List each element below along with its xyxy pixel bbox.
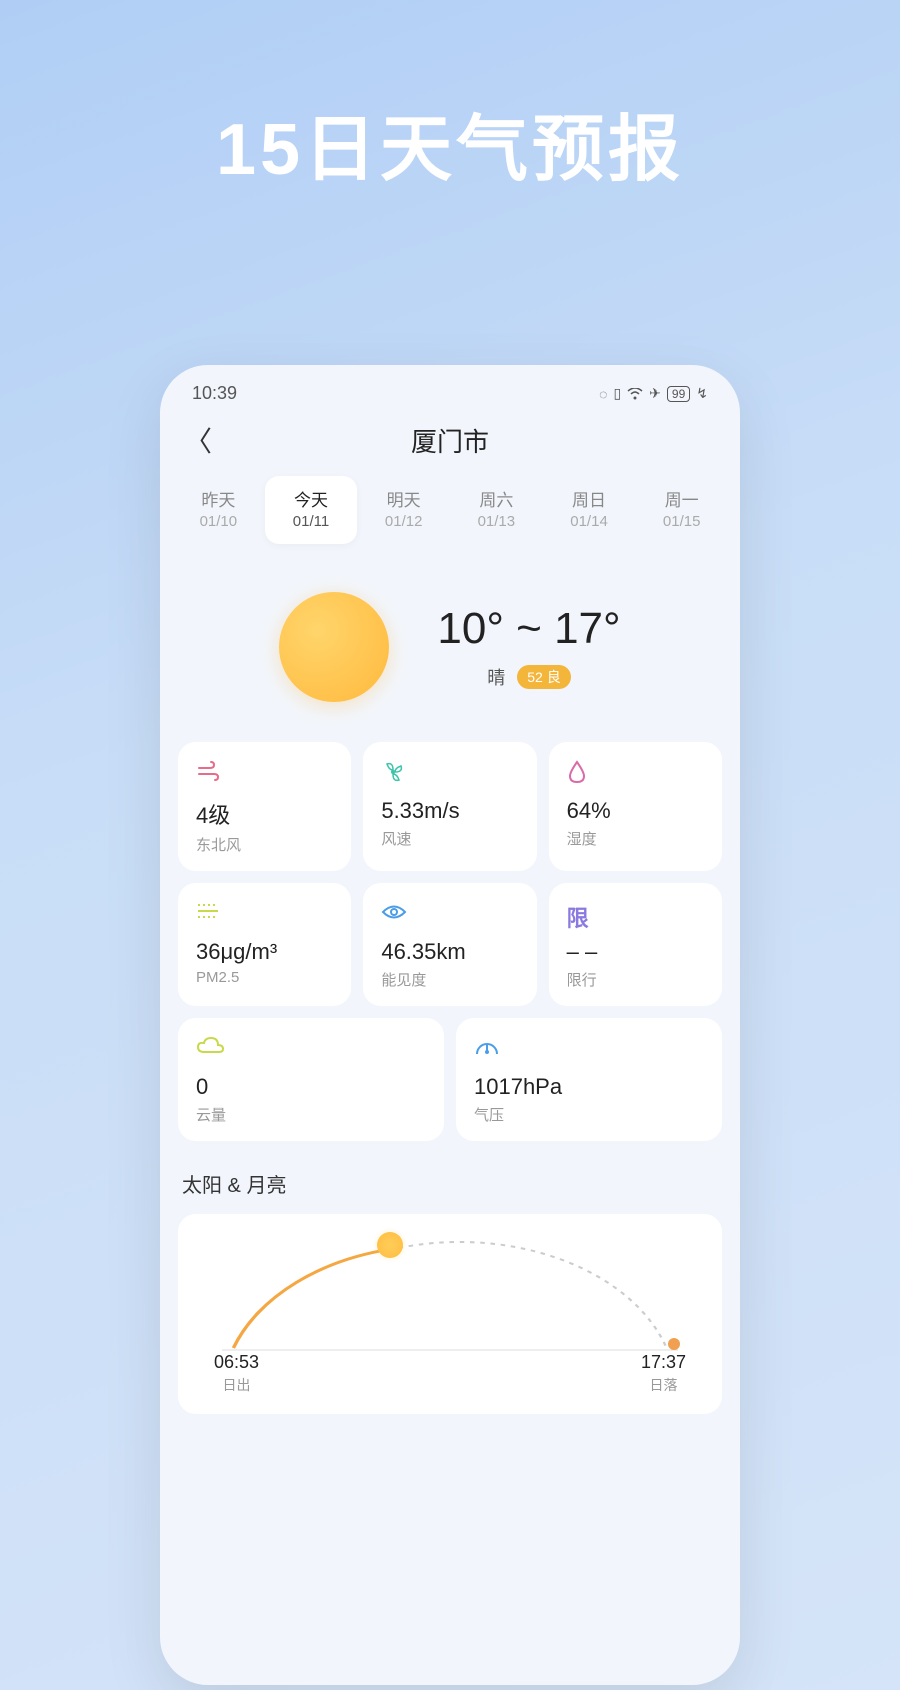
sunmoon-card[interactable]: 06:53 日出 17:37 日落 [178, 1214, 722, 1414]
metric-restriction[interactable]: 限 – – 限行 [549, 883, 722, 1006]
metric-label: 限行 [567, 969, 704, 990]
metric-value: 1017hPa [474, 1074, 704, 1100]
tab-date-label: 01/12 [361, 513, 446, 530]
nav-bar: 〈 厦门市 [160, 412, 740, 476]
metric-value: 4级 [196, 798, 333, 830]
metric-cloud[interactable]: 0 云量 [178, 1018, 444, 1141]
speed-icon: ◌ [599, 386, 607, 402]
metric-value: 5.33m/s [381, 798, 518, 824]
tab-sat[interactable]: 周六 01/13 [450, 476, 543, 544]
metric-value: – – [567, 939, 704, 965]
metric-label: 风速 [381, 828, 518, 849]
metric-visibility[interactable]: 46.35km 能见度 [363, 883, 536, 1006]
metric-humidity[interactable]: 64% 湿度 [549, 742, 722, 871]
wind-icon [196, 760, 333, 786]
tab-date-label: 01/13 [454, 513, 539, 530]
back-button[interactable]: 〈 [184, 420, 212, 460]
fan-icon [381, 760, 518, 786]
tab-day-label: 周六 [454, 486, 539, 511]
wifi-icon [627, 388, 643, 400]
city-title: 厦门市 [411, 422, 489, 459]
temp-block: 10° ~ 17° 晴 52 良 [437, 604, 620, 690]
cloud-icon [196, 1036, 426, 1062]
tab-day-label: 明天 [361, 486, 446, 511]
date-tabs: 昨天 01/10 今天 01/11 明天 01/12 周六 01/13 周日 0… [160, 476, 740, 544]
tab-date-label: 01/14 [547, 513, 632, 530]
tab-sun[interactable]: 周日 01/14 [543, 476, 636, 544]
sunny-icon [279, 592, 389, 702]
tab-tomorrow[interactable]: 明天 01/12 [357, 476, 450, 544]
status-time: 10:39 [192, 383, 237, 404]
metric-label: 能见度 [381, 969, 518, 990]
sunmoon-title: 太阳 & 月亮 [160, 1141, 740, 1214]
tab-day-label: 今天 [269, 486, 354, 511]
metric-label: PM2.5 [196, 969, 333, 986]
tab-day-label: 周一 [639, 486, 724, 511]
eye-icon [381, 901, 518, 927]
sunset-label: 日落 [641, 1375, 686, 1395]
temp-range: 10° ~ 17° [437, 604, 620, 654]
metric-value: 36μg/m³ [196, 939, 333, 965]
tab-mon[interactable]: 周一 01/15 [635, 476, 728, 544]
metric-pm25[interactable]: 36μg/m³ PM2.5 [178, 883, 351, 1006]
airplane-icon: ✈ [649, 385, 661, 402]
phone-frame: 10:39 ◌ ▯ ✈ 99 ↯ 〈 厦门市 昨天 01/10 今天 01/11… [160, 365, 740, 1685]
sun-marker-icon [377, 1232, 403, 1258]
tab-yesterday[interactable]: 昨天 01/10 [172, 476, 265, 544]
tab-date-label: 01/11 [269, 513, 354, 530]
vibrate-icon: ▯ [613, 385, 621, 402]
metrics-row-bottom: 0 云量 1017hPa 气压 [160, 1006, 740, 1141]
metric-label: 云量 [196, 1104, 426, 1125]
hero-weather: 10° ~ 17° 晴 52 良 [160, 544, 740, 742]
status-icons: ◌ ▯ ✈ 99 ↯ [599, 385, 708, 402]
grid-icon [196, 901, 333, 927]
metric-value: 64% [567, 798, 704, 824]
metric-label: 东北风 [196, 834, 333, 855]
charging-icon: ↯ [696, 385, 708, 402]
metric-windspeed[interactable]: 5.33m/s 风速 [363, 742, 536, 871]
aqi-badge[interactable]: 52 良 [517, 665, 570, 689]
metric-value: 0 [196, 1074, 426, 1100]
sunset-block: 17:37 日落 [641, 1352, 686, 1395]
tab-date-label: 01/10 [176, 513, 261, 530]
sun-times: 06:53 日出 17:37 日落 [202, 1352, 698, 1395]
metrics-grid: 4级 东北风 5.33m/s 风速 64% 湿度 36μg/m³ PM2.5 [160, 742, 740, 1006]
tab-day-label: 昨天 [176, 486, 261, 511]
condition-text: 晴 [487, 664, 505, 690]
sunrise-block: 06:53 日出 [214, 1352, 259, 1395]
sunrise-label: 日出 [214, 1375, 259, 1395]
metric-wind[interactable]: 4级 东北风 [178, 742, 351, 871]
sunset-dot-icon [668, 1338, 680, 1350]
tab-day-label: 周日 [547, 486, 632, 511]
metric-value: 46.35km [381, 939, 518, 965]
limit-icon: 限 [567, 901, 704, 927]
tab-date-label: 01/15 [639, 513, 724, 530]
metric-label: 湿度 [567, 828, 704, 849]
metric-label: 气压 [474, 1104, 704, 1125]
drop-icon [567, 760, 704, 786]
gauge-icon [474, 1036, 704, 1062]
tab-today[interactable]: 今天 01/11 [265, 476, 358, 544]
status-bar: 10:39 ◌ ▯ ✈ 99 ↯ [160, 365, 740, 412]
metric-pressure[interactable]: 1017hPa 气压 [456, 1018, 722, 1141]
hero-title: 15日天气预报 [0, 90, 900, 195]
sun-arc [222, 1238, 678, 1358]
battery-icon: 99 [667, 386, 690, 402]
